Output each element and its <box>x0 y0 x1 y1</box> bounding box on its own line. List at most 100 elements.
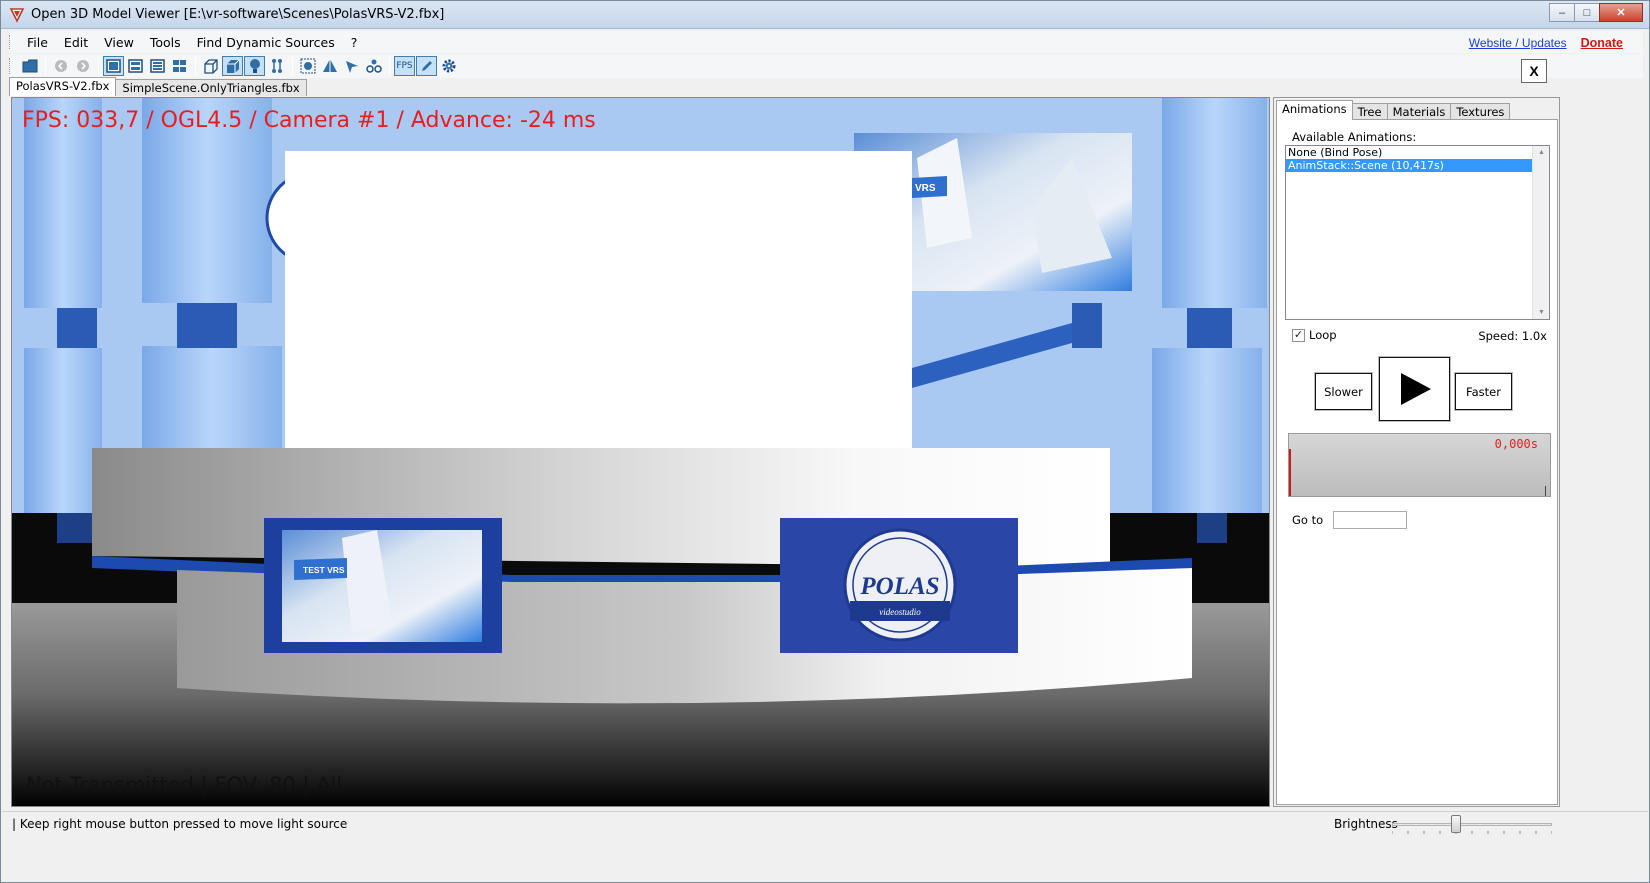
screen-text-left: TEST VRS <box>303 565 345 575</box>
fps-toggle-button[interactable]: FPS <box>394 56 415 76</box>
minimize-button[interactable]: – <box>1549 3 1575 22</box>
nodes-button[interactable] <box>363 56 384 76</box>
speed-readout: Speed: 1.0x <box>1478 329 1547 343</box>
toolbar-separator <box>98 57 99 75</box>
lighting-button[interactable] <box>244 56 265 76</box>
bones-icon <box>271 59 282 73</box>
3d-viewport[interactable]: VRS TEST VRS POLAS videostudio FPS: 033, <box>11 97 1270 807</box>
layout-grid-button[interactable] <box>169 56 190 76</box>
list-item[interactable]: None (Bind Pose) <box>1286 146 1532 159</box>
animations-list[interactable]: None (Bind Pose) AnimStack::Scene (10,41… <box>1285 145 1550 320</box>
grid-view-icon <box>173 60 186 72</box>
target-icon <box>300 58 315 74</box>
donate-link[interactable]: Donate <box>1581 36 1623 50</box>
settings-button[interactable] <box>438 56 459 76</box>
layout-three-rows-button[interactable] <box>147 56 168 76</box>
forward-arrow-icon <box>76 60 89 72</box>
maximize-button[interactable]: □ <box>1574 3 1600 22</box>
menu-edit[interactable]: Edit <box>56 34 96 51</box>
app-window: Open 3D Model Viewer [E:\vr-software\Sce… <box>0 0 1650 883</box>
brightness-label: Brightness <box>1334 817 1398 831</box>
cube-shaded-icon <box>226 59 239 73</box>
light-direction-button[interactable] <box>341 56 362 76</box>
toolbar-separator <box>45 57 46 75</box>
brightness-slider-thumb[interactable] <box>1451 815 1461 833</box>
menu-view[interactable]: View <box>96 34 142 51</box>
toolbar-separator <box>292 57 293 75</box>
back-button[interactable] <box>50 56 71 76</box>
loop-checkbox[interactable]: ✓ <box>1292 328 1305 342</box>
website-updates-link[interactable]: Website / Updates <box>1469 36 1567 50</box>
brightness-slider-track[interactable] <box>1392 823 1552 826</box>
edit-pen-button[interactable] <box>416 56 437 76</box>
toolbar: FPS <box>9 54 1643 78</box>
play-icon <box>1400 373 1431 405</box>
close-window-button[interactable]: ✕ <box>1599 3 1643 22</box>
tab-materials[interactable]: Materials <box>1386 103 1452 120</box>
cursor-arrow-icon <box>345 61 358 73</box>
time-display: 0,000s <box>1494 437 1538 451</box>
screen-text-top: VRS <box>915 183 936 194</box>
viewport-status-overlay: Not Transmitted | FOV: 80 | All <box>26 773 343 797</box>
fps-label: FPS <box>396 61 413 71</box>
tab-animations[interactable]: Animations <box>1276 100 1353 120</box>
close-view-button[interactable]: X <box>1521 59 1547 83</box>
bones-button[interactable] <box>266 56 287 76</box>
logo-sub-text: videostudio <box>879 607 921 617</box>
play-button[interactable] <box>1379 357 1450 421</box>
logo-main-text: POLAS <box>859 573 939 600</box>
pen-icon <box>421 61 432 71</box>
tab-simplescene[interactable]: SimpleScene.OnlyTriangles.fbx <box>115 79 307 96</box>
menu-bar: File Edit View Tools Find Dynamic Source… <box>9 31 1643 53</box>
window-title: Open 3D Model Viewer [E:\vr-software\Sce… <box>31 7 445 22</box>
brightness-ticks <box>1392 831 1552 834</box>
back-arrow-icon <box>54 60 67 72</box>
three-rows-icon <box>150 59 165 73</box>
document-tabs: PolasVRS-V2.fbx SimpleScene.OnlyTriangle… <box>9 77 307 96</box>
tab-tree[interactable]: Tree <box>1351 103 1388 120</box>
app-logo-icon <box>9 7 25 23</box>
camera-position-button[interactable] <box>319 56 340 76</box>
list-item[interactable]: AnimStack::Scene (10,417s) <box>1286 159 1532 172</box>
animations-pane: Available Animations: None (Bind Pose) A… <box>1276 119 1558 805</box>
menu-help[interactable]: ? <box>343 34 366 51</box>
tab-polasvrs-v2[interactable]: PolasVRS-V2.fbx <box>9 77 117 96</box>
nodes-icon <box>365 59 382 73</box>
toolbar-grip <box>9 58 12 74</box>
slower-button[interactable]: Slower <box>1315 373 1372 410</box>
layout-single-button[interactable] <box>103 56 124 76</box>
scroll-down-icon[interactable]: ▼ <box>1537 309 1546 316</box>
open-folder-button[interactable] <box>19 56 40 76</box>
faster-button[interactable]: Faster <box>1455 373 1512 410</box>
cube-wireframe-icon <box>203 58 218 74</box>
available-animations-label: Available Animations: <box>1292 130 1417 144</box>
pyramid-icon <box>322 59 337 72</box>
gear-icon <box>442 59 455 73</box>
fps-overlay: FPS: 033,7 / OGL4.5 / Camera #1 / Advanc… <box>22 108 596 133</box>
timeline[interactable]: 0,000s <box>1288 433 1551 497</box>
single-view-icon <box>106 59 121 73</box>
toolbar-separator <box>195 57 196 75</box>
scroll-up-icon[interactable]: ▲ <box>1537 149 1546 156</box>
shaded-button[interactable] <box>222 56 243 76</box>
tab-textures[interactable]: Textures <box>1450 103 1511 120</box>
menu-find-dynamic-sources[interactable]: Find Dynamic Sources <box>189 34 343 51</box>
goto-input[interactable] <box>1333 511 1408 529</box>
two-rows-icon <box>128 59 143 73</box>
loop-label: Loop <box>1309 328 1337 342</box>
status-message: | Keep right mouse button pressed to mov… <box>12 817 348 831</box>
timeline-end-marker <box>1545 486 1546 496</box>
menu-file[interactable]: File <box>19 34 56 51</box>
title-bar[interactable]: Open 3D Model Viewer [E:\vr-software\Sce… <box>1 1 1649 29</box>
list-scrollbar[interactable]: ▲ ▼ <box>1532 146 1549 319</box>
wireframe-button[interactable] <box>200 56 221 76</box>
layout-two-rows-button[interactable] <box>125 56 146 76</box>
goto-label: Go to <box>1292 513 1324 527</box>
menu-tools[interactable]: Tools <box>142 34 189 51</box>
forward-button[interactable] <box>72 56 93 76</box>
menu-grip <box>9 35 12 49</box>
3d-scene: VRS TEST VRS POLAS videostudio <box>12 98 1269 806</box>
select-target-button[interactable] <box>297 56 318 76</box>
light-bulb-icon <box>249 59 260 73</box>
playhead[interactable] <box>1289 449 1291 496</box>
